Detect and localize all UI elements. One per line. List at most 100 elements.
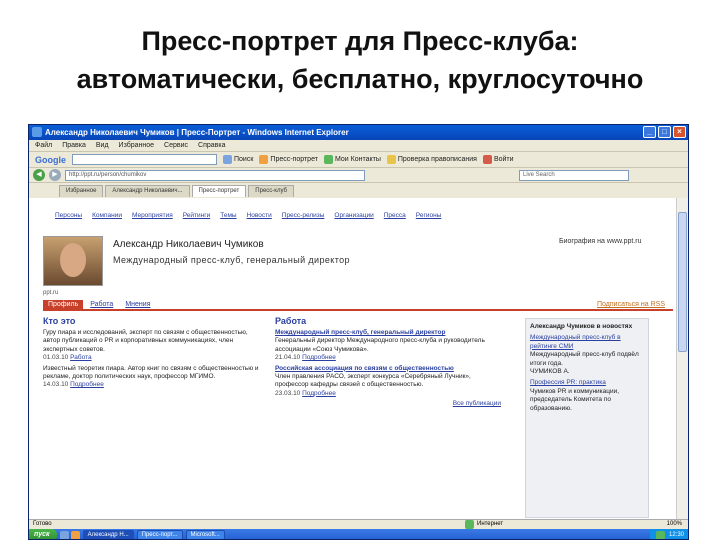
zoom-level[interactable]: 100% [667,520,682,529]
menu-view[interactable]: Вид [96,140,109,151]
nav-persons[interactable]: Персоны [55,212,82,219]
vertical-scrollbar[interactable] [676,198,688,519]
menu-file[interactable]: Файл [35,140,52,151]
forward-button[interactable]: ▶ [49,169,61,181]
spellcheck-icon [386,155,396,164]
slide-title: Пресс-портрет для Пресс-клуба: автоматич… [0,22,720,98]
profile-tab-opinions[interactable]: Мнения [120,300,155,309]
google-search-input[interactable] [72,154,217,165]
tab-favorites[interactable]: Избранное [59,185,104,197]
scroll-thumb[interactable] [678,212,687,352]
bio-link[interactable]: Биография на www.ppt.ru [559,238,641,245]
who-item-text: Гуру пиара и исследований, эксперт по св… [43,329,248,353]
tray-clock: 12:30 [668,532,684,538]
who-item-link[interactable]: Работа [70,354,91,361]
work-heading: Работа [275,316,307,326]
sidebar-news-link[interactable]: Профессия PR: практика [530,379,606,386]
address-input[interactable]: http://ppt.ru/person/chumikov [65,169,365,181]
work-item-date: 21.04.10 [275,354,301,362]
slide-title-line2: автоматически, бесплатно, круглосуточно [76,64,644,94]
sidebar-news-author: ЧУМИКОВ А. [530,368,570,376]
work-item-title[interactable]: Международный пресс-клуб, генеральный ди… [275,329,445,336]
taskbar-button[interactable]: Александр Н... [82,530,134,539]
who-heading: Кто это [43,316,76,326]
who-item-link[interactable]: Подробнее [70,381,104,388]
close-button[interactable]: × [673,126,686,138]
profile-tab-work[interactable]: Работа [85,300,118,309]
work-item-link[interactable]: Подробнее [302,354,336,361]
person-role: Международный пресс-клуб, генеральный ди… [113,255,350,265]
menu-bar: Файл Правка Вид Избранное Сервис Справка [29,140,688,151]
menu-favorites[interactable]: Избранное [119,140,154,151]
toolbar-spellcheck[interactable]: Проверка правописания [386,155,477,164]
google-search-button[interactable]: Поиск [223,155,253,164]
maximize-button[interactable]: □ [658,126,671,138]
nav-events[interactable]: Мероприятия [132,212,173,219]
system-tray: 12:30 [649,529,688,539]
work-item-text: Член правления РАСО, эксперт конкурса «С… [275,373,471,389]
taskbar: пуск Александр Н... Пресс-порт... Micros… [29,529,688,539]
who-item-text: Известный теоретик пиара. Автор книг по … [43,364,259,381]
toolbar-contacts[interactable]: Мои Контакты [323,155,381,164]
tab-bar: Избранное Александр Николаевич... Пресс-… [29,182,688,197]
google-logo: Google [35,154,66,165]
news-sidebar: Александр Чумиков в новостях Международн… [525,318,649,518]
nav-press[interactable]: Пресса [384,212,406,219]
nav-regions[interactable]: Регионы [416,212,442,219]
toolbar-press-portrait[interactable]: Пресс-портрет [259,155,318,164]
menu-help[interactable]: Справка [198,140,225,151]
site-top-nav: Персоны Компании Мероприятия Рейтинги Те… [55,212,441,219]
live-search-input[interactable]: Live Search [519,169,629,181]
google-toolbar: Google Поиск Пресс-портрет Мои Контакты … [29,151,688,167]
nav-releases[interactable]: Пресс-релизы [282,212,325,219]
globe-icon [465,520,474,529]
user-icon [482,155,492,164]
window-title: Александр Николаевич Чумиков | Пресс-Пор… [45,128,349,137]
rss-subscribe-link[interactable]: Подписаться на RSS [597,300,665,310]
sidebar-news-text: Чумиков PR и коммуникации, председатель … [530,387,620,412]
menu-tools[interactable]: Сервис [164,140,188,151]
search-icon [223,155,232,164]
toolbar-signin[interactable]: Войти [482,155,514,164]
tab-press-portrait[interactable]: Пресс-портрет [191,185,247,197]
tab-press-club[interactable]: Пресс-клуб [248,185,294,197]
folder-quicklaunch-icon[interactable] [70,530,80,539]
nav-companies[interactable]: Компании [92,212,122,219]
profile-tabs: Профиль Работа Мнения Подписаться на RSS [43,300,673,311]
nav-news[interactable]: Новости [247,212,272,219]
taskbar-button[interactable]: Пресс-порт... [136,530,183,539]
sidebar-news-text: Международный пресс-клуб подвёл итоги го… [530,351,639,367]
nav-topics[interactable]: Темы [220,212,236,219]
taskbar-button[interactable]: Microsoft... [185,530,225,539]
who-item-date: 14.03.10 [43,381,69,389]
start-button[interactable]: пуск [29,529,57,539]
work-item-text: Генеральный директор Международного прес… [275,337,485,353]
sidebar-news-link[interactable]: Международный пресс-клуб в рейтинге СМИ [530,334,621,349]
who-item-date: 01.03.10 [43,354,69,362]
tab-person[interactable]: Александр Николаевич... [105,185,190,197]
status-text: Готово [33,521,52,527]
browser-window: Александр Николаевич Чумиков | Пресс-Пор… [28,124,689,540]
security-zone: Интернет [465,520,503,529]
window-title-bar[interactable]: Александр Николаевич Чумиков | Пресс-Пор… [29,125,688,140]
all-publications-link[interactable]: Все публикации [453,400,501,407]
back-button[interactable]: ◀ [33,169,45,181]
work-item-title[interactable]: Российская ассоциация по связям с общест… [275,365,454,372]
address-bar-row: ◀ ▶ http://ppt.ru/person/chumikov Live S… [29,167,688,182]
nav-ratings[interactable]: Рейтинги [183,212,211,219]
minimize-button[interactable]: _ [643,126,656,138]
nav-organizations[interactable]: Организации [334,212,373,219]
quick-launch [59,530,80,539]
photo-caption: ppt.ru [43,290,59,296]
work-column: Международный пресс-клуб, генеральный ди… [275,329,501,514]
slide-title-line1: Пресс-портрет для Пресс-клуба: [141,26,579,56]
work-item-link[interactable]: Подробнее [302,390,336,397]
network-icon[interactable] [655,530,665,539]
menu-edit[interactable]: Правка [62,140,86,151]
who-column: Гуру пиара и исследований, эксперт по св… [43,329,263,514]
status-bar: Готово Интернет 100% [29,519,688,529]
person-photo [43,236,103,286]
ie-quicklaunch-icon[interactable] [59,530,69,539]
sidebar-heading: Александр Чумиков в новостях [530,323,633,330]
profile-tab-profile[interactable]: Профиль [43,300,84,309]
